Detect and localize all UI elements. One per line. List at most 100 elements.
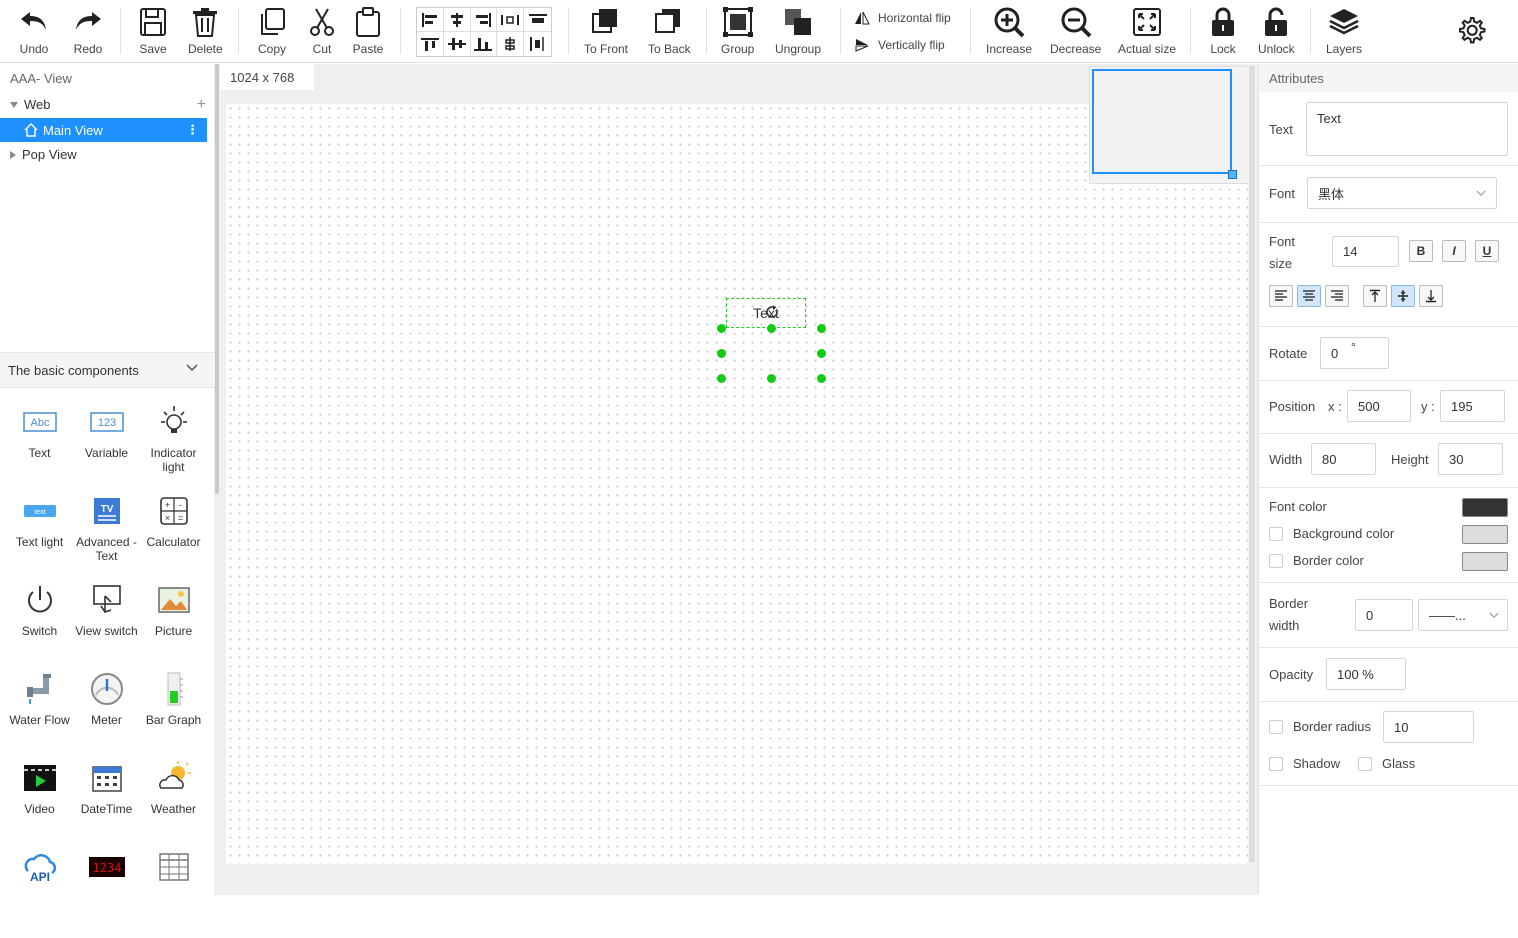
component-datetime[interactable]: DateTime	[73, 760, 140, 849]
border-radius-checkbox[interactable]	[1269, 720, 1283, 734]
component-view-switch[interactable]: View switch	[73, 582, 140, 671]
align-bottom-button[interactable]	[471, 32, 498, 56]
text-value-textarea[interactable]: Text	[1306, 102, 1508, 156]
canvas-scrollbar[interactable]	[1248, 66, 1256, 862]
ungroup-button[interactable]: Ungroup	[775, 6, 821, 58]
selected-text-element[interactable]: Text	[726, 298, 806, 328]
tree-node-pop-view[interactable]: Pop View	[10, 147, 77, 162]
minimap[interactable]	[1089, 66, 1249, 184]
background-color-swatch[interactable]	[1462, 525, 1508, 544]
background-color-checkbox[interactable]	[1269, 527, 1283, 541]
vertical-align-top-button[interactable]	[1363, 285, 1387, 307]
resize-handle-bottom[interactable]	[767, 374, 776, 383]
underline-button[interactable]: U	[1475, 240, 1499, 262]
vertical-align-bottom-button[interactable]	[1419, 285, 1443, 307]
tree-node-web[interactable]: Web +	[10, 96, 208, 114]
text-align-left-button[interactable]	[1269, 285, 1293, 307]
component-variable[interactable]: 123 Variable	[73, 404, 140, 493]
font-size-input[interactable]: 14	[1332, 236, 1399, 267]
border-radius-input[interactable]: 10	[1383, 711, 1474, 743]
component-bar-graph[interactable]: Bar Graph	[140, 671, 207, 760]
add-view-icon[interactable]: +	[197, 96, 206, 114]
component-api[interactable]: API	[6, 849, 73, 938]
resize-handle-top-left[interactable]	[717, 324, 726, 333]
component-switch[interactable]: Switch	[6, 582, 73, 671]
horizontal-flip-button[interactable]: Horizontal flip	[854, 11, 951, 25]
component-calculator[interactable]: + - × = Calculator	[140, 493, 207, 582]
components-section-header[interactable]: The basic components	[0, 352, 214, 388]
zoom-increase-button[interactable]: Increase	[986, 6, 1032, 58]
redo-button[interactable]: Redo	[72, 6, 104, 58]
component-water-flow[interactable]: Water Flow	[6, 671, 73, 760]
bold-button[interactable]: B	[1409, 240, 1433, 262]
resize-handle-bottom-left[interactable]	[717, 374, 726, 383]
font-color-swatch[interactable]	[1462, 498, 1508, 517]
canvas-area[interactable]: 1024 x 768 Text	[220, 64, 1258, 895]
to-front-button[interactable]: To Front	[584, 6, 628, 58]
minimap-resize-handle[interactable]	[1228, 170, 1237, 179]
distribute-h-button[interactable]	[497, 8, 525, 32]
paste-button[interactable]: Paste	[352, 6, 384, 58]
group-button[interactable]: Group	[721, 6, 754, 58]
opacity-input[interactable]: 100 %	[1326, 658, 1406, 690]
vertical-align-middle-button[interactable]	[1391, 285, 1415, 307]
scrollbar-thumb[interactable]	[215, 64, 219, 494]
border-color-checkbox[interactable]	[1269, 554, 1283, 568]
more-options-icon[interactable]: ⋮	[186, 122, 199, 138]
zoom-decrease-button[interactable]: Decrease	[1050, 6, 1101, 58]
component-table[interactable]	[140, 849, 207, 938]
bring-to-front-icon	[592, 9, 617, 33]
settings-button[interactable]	[1455, 14, 1487, 66]
border-style-select[interactable]: ——...	[1418, 599, 1508, 631]
tree-node-main-view[interactable]: Main View ⋮	[0, 118, 207, 142]
actual-size-button[interactable]: Actual size	[1118, 6, 1176, 58]
shadow-checkbox[interactable]	[1269, 757, 1283, 771]
component-text-light[interactable]: text Text light	[6, 493, 73, 582]
glass-checkbox[interactable]	[1358, 757, 1372, 771]
design-canvas[interactable]: Text	[226, 104, 1248, 864]
height-input[interactable]: 30	[1438, 443, 1503, 475]
component-text[interactable]: Abc Text	[6, 404, 73, 493]
distribute-h-equal-button[interactable]	[524, 8, 551, 32]
component-digital-display[interactable]: 1234	[73, 849, 140, 938]
align-middle-v-button[interactable]	[444, 32, 471, 56]
width-input[interactable]: 80	[1311, 443, 1376, 475]
resize-handle-right[interactable]	[817, 349, 826, 358]
component-video[interactable]: Video	[6, 760, 73, 849]
minimap-viewport[interactable]	[1092, 69, 1232, 174]
position-y-input[interactable]: 195	[1440, 390, 1505, 422]
align-top-button[interactable]	[417, 32, 444, 56]
text-align-center-button[interactable]	[1297, 285, 1321, 307]
layers-button[interactable]: Layers	[1326, 6, 1362, 58]
italic-button[interactable]: I	[1442, 240, 1466, 262]
unlock-button[interactable]: Unlock	[1258, 6, 1295, 58]
vertical-flip-button[interactable]: Vertically flip	[854, 38, 945, 52]
resize-handle-left[interactable]	[717, 349, 726, 358]
distribute-v-equal-button[interactable]	[524, 32, 551, 56]
align-center-h-button[interactable]	[443, 8, 471, 32]
cut-button[interactable]: Cut	[306, 6, 338, 58]
position-x-input[interactable]: 500	[1347, 390, 1411, 422]
scrollbar-thumb[interactable]	[1249, 66, 1255, 862]
align-left-button[interactable]	[417, 8, 444, 32]
to-back-button[interactable]: To Back	[648, 6, 691, 58]
undo-button[interactable]: Undo	[18, 6, 50, 58]
resize-handle-top-right[interactable]	[817, 324, 826, 333]
save-button[interactable]: Save	[137, 6, 169, 58]
delete-button[interactable]: Delete	[188, 6, 223, 58]
lock-button[interactable]: Lock	[1207, 6, 1239, 58]
distribute-v-button[interactable]	[497, 32, 525, 56]
component-advanced-text[interactable]: TV Advanced - Text	[73, 493, 140, 582]
rotate-input[interactable]: 0 °	[1320, 337, 1389, 369]
border-width-input[interactable]: 0	[1355, 599, 1413, 631]
component-picture[interactable]: Picture	[140, 582, 207, 671]
font-select[interactable]: 黑体	[1307, 177, 1497, 209]
resize-handle-bottom-right[interactable]	[817, 374, 826, 383]
text-align-right-button[interactable]	[1325, 285, 1349, 307]
component-weather[interactable]: Weather	[140, 760, 207, 849]
component-indicator-light[interactable]: Indicator light	[140, 404, 207, 493]
border-color-swatch[interactable]	[1462, 552, 1508, 571]
align-right-button[interactable]	[470, 8, 498, 32]
component-meter[interactable]: Meter	[73, 671, 140, 760]
copy-button[interactable]: Copy	[256, 6, 288, 58]
